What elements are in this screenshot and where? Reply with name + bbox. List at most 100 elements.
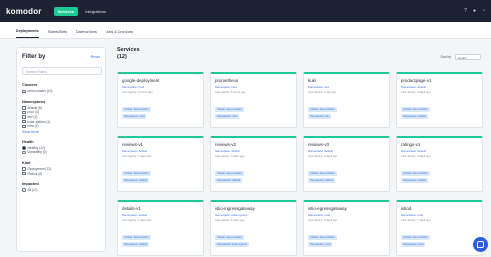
service-name: istio-ingressgateway bbox=[215, 206, 255, 211]
cluster-chip: Cluster: demo-cluster bbox=[122, 171, 151, 176]
cluster-chip: Cluster: demo-cluster bbox=[401, 107, 430, 112]
service-meta: Last deploy: 6 days ago bbox=[215, 217, 245, 222]
service-card[interactable]: kuki Namespace: dev Last deploy: 1 day ago… bbox=[303, 72, 390, 128]
filter-group-clusters: Clusters demo-cluster (12) bbox=[22, 83, 100, 94]
namespace-chip: Namespace: prod bbox=[122, 114, 147, 119]
filter-sidebar: Filter by Reset Search Filters Clusters … bbox=[16, 47, 106, 252]
filter-option-label: prod (3) bbox=[27, 110, 39, 115]
service-name: google-deployment bbox=[122, 78, 160, 83]
service-name: reviews-v1 bbox=[122, 142, 143, 147]
top-icons: ? ● ◔ bbox=[464, 8, 485, 14]
service-card[interactable]: istio-ingressgateway Namespace: kube-syst… bbox=[210, 200, 297, 256]
filter-option-label: Unhealthy (0) bbox=[27, 150, 47, 155]
namespace-chip: Namespace: default bbox=[401, 178, 429, 183]
services-title-block: Services (12) bbox=[117, 47, 140, 60]
service-name: reviews-v2 bbox=[215, 142, 236, 147]
service-namespace: Namespace: default bbox=[401, 84, 426, 89]
filter-group-namespaces: Namespaces default (6) prod (3) dev (2) … bbox=[22, 100, 100, 134]
checkbox[interactable] bbox=[22, 124, 26, 129]
show-more-link[interactable]: Show more bbox=[22, 130, 100, 134]
filter-option[interactable]: Unhealthy (0) bbox=[22, 150, 100, 155]
service-meta: Last deploy: 3 days ago bbox=[401, 89, 431, 94]
workload-tabs: Deployments StatefulSets DaemonSets Jobs… bbox=[0, 22, 491, 39]
filter-group-impacted: Impacted All (12) bbox=[22, 182, 100, 193]
radio-button[interactable] bbox=[22, 146, 26, 150]
top-tab-services[interactable]: Services bbox=[53, 6, 79, 16]
checkbox[interactable] bbox=[22, 167, 26, 171]
cluster-chip: Cluster: demo-cluster bbox=[308, 171, 337, 176]
service-name: prometheus bbox=[215, 78, 239, 83]
service-namespace: Namespace: default bbox=[215, 148, 240, 153]
service-card-grid: google-deployment Namespace: prod Last dep… bbox=[117, 72, 483, 256]
service-card[interactable]: prometheus Namespace: infra Last deploy: 5… bbox=[210, 72, 297, 128]
service-card[interactable]: istio-egressgateway Namespace: prod Last d… bbox=[303, 200, 390, 256]
service-card[interactable]: ratings-v1 Namespace: default Last deploy:… bbox=[396, 136, 483, 192]
cluster-chip: Cluster: demo-cluster bbox=[308, 235, 337, 240]
checkbox[interactable] bbox=[22, 106, 26, 110]
service-name: details-v1 bbox=[122, 206, 141, 211]
service-name: istiod bbox=[401, 206, 412, 211]
cluster-chip: Cluster: demo-cluster bbox=[215, 235, 244, 240]
tab-jobs[interactable]: Jobs & CronJobs bbox=[106, 30, 133, 38]
service-meta: Last deploy: 3 days ago bbox=[122, 153, 152, 158]
filter-option-label: infra (1) bbox=[27, 124, 39, 129]
service-card[interactable]: reviews-v1 Namespace: default Last deploy:… bbox=[117, 136, 204, 192]
filter-group-title: Kind bbox=[22, 160, 31, 165]
service-meta: Last deploy: 3 days ago bbox=[215, 153, 245, 158]
filter-option-label: All (12) bbox=[27, 188, 38, 193]
checkbox[interactable] bbox=[22, 115, 26, 119]
service-namespace: Namespace: kube-system bbox=[215, 212, 248, 217]
cluster-chip: Cluster: demo-cluster bbox=[215, 171, 244, 176]
filter-option[interactable]: Rollout (0) bbox=[22, 171, 100, 176]
user-icon[interactable]: ● bbox=[473, 8, 476, 14]
filter-option[interactable]: infra (1) bbox=[22, 124, 100, 129]
radio-button[interactable] bbox=[22, 188, 26, 192]
tab-daemonsets[interactable]: DaemonSets bbox=[76, 30, 97, 38]
sort-select[interactable]: Health bbox=[455, 54, 481, 60]
namespace-chip: Namespace: kube-system bbox=[215, 242, 249, 247]
reset-filters-link[interactable]: Reset bbox=[91, 55, 100, 59]
app-logo[interactable]: komodor bbox=[6, 7, 42, 16]
checkbox[interactable] bbox=[22, 171, 26, 176]
filter-option[interactable]: All (12) bbox=[22, 188, 100, 193]
filter-option-label: Rollout (0) bbox=[27, 171, 43, 176]
service-meta: Last deploy: 2 hours ago bbox=[122, 89, 153, 94]
filter-group-title: Health bbox=[22, 139, 34, 144]
top-tab-integrations[interactable]: Integrations bbox=[81, 7, 110, 16]
chat-bubble-icon bbox=[477, 241, 484, 248]
sort-control: Sort by Health bbox=[441, 54, 481, 60]
service-card[interactable]: istiod Namespace: prod Last deploy: 7 days… bbox=[396, 200, 483, 256]
service-meta: Last deploy: 4 days ago bbox=[122, 217, 152, 222]
service-card[interactable]: reviews-v3 Namespace: default Last deploy:… bbox=[303, 136, 390, 192]
cluster-chip: Cluster: demo-cluster bbox=[122, 107, 151, 112]
service-card[interactable]: reviews-v2 Namespace: default Last deploy:… bbox=[210, 136, 297, 192]
chat-support-button[interactable] bbox=[473, 237, 488, 252]
filter-search-input[interactable]: Search Filters bbox=[22, 67, 102, 75]
checkbox[interactable] bbox=[22, 119, 26, 124]
filter-option-label: Deployment (12) bbox=[27, 167, 52, 172]
namespace-chip: Namespace: default bbox=[308, 178, 336, 183]
tab-deployments[interactable]: Deployments bbox=[16, 29, 39, 38]
service-name: istio-egressgateway bbox=[308, 206, 347, 211]
filter-group-title: Impacted bbox=[22, 181, 39, 186]
service-meta: Last deploy: 5 hours ago bbox=[215, 89, 246, 94]
cluster-chip: Cluster: demo-cluster bbox=[401, 235, 430, 240]
radio-button[interactable] bbox=[22, 150, 26, 155]
filter-group-kind: Kind Deployment (12) Rollout (0) bbox=[22, 161, 100, 176]
filter-header: Filter by Reset bbox=[22, 54, 100, 60]
filter-option[interactable]: demo-cluster (12) bbox=[22, 89, 100, 94]
filter-option-label: demo-cluster (12) bbox=[27, 89, 53, 94]
checkbox[interactable] bbox=[22, 110, 26, 115]
service-card[interactable]: google-deployment Namespace: prod Last dep… bbox=[117, 72, 204, 128]
service-meta: Last deploy: 7 days ago bbox=[401, 217, 431, 222]
filter-group-health: Health Healthy (12) Unhealthy (0) bbox=[22, 140, 100, 155]
service-card[interactable]: details-v1 Namespace: default Last deploy:… bbox=[117, 200, 204, 256]
service-meta: Last deploy: 3 days ago bbox=[401, 153, 431, 158]
help-icon[interactable]: ? bbox=[464, 8, 467, 14]
service-card[interactable]: productpage-v1 Namespace: default Last dep… bbox=[396, 72, 483, 128]
bell-icon[interactable]: ◔ bbox=[482, 8, 485, 14]
tab-statefulsets[interactable]: StatefulSets bbox=[48, 30, 67, 38]
checkbox[interactable] bbox=[22, 89, 26, 94]
filter-option-label: Healthy (12) bbox=[27, 145, 45, 150]
service-meta: Last deploy: 6 days ago bbox=[308, 217, 338, 222]
